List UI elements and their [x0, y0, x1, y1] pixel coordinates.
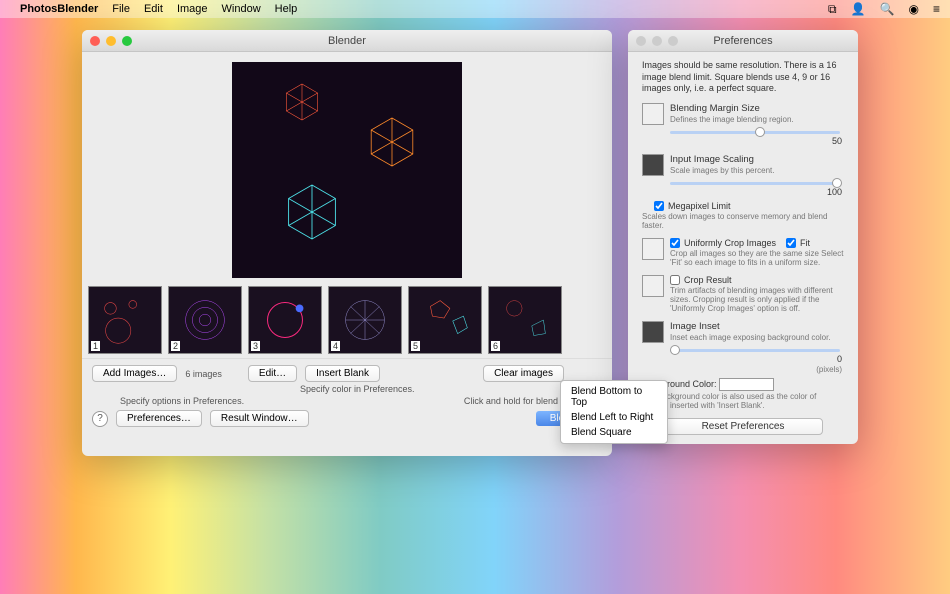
cropresult-checkbox[interactable] [670, 275, 680, 285]
window-title: Blender [82, 35, 612, 47]
user-icon[interactable]: 👤 [851, 2, 866, 16]
thumb-5[interactable]: 5 [408, 286, 482, 354]
margin-desc: Defines the image blending region. [670, 115, 844, 124]
specify-opts-note: Specify options in Preferences. [120, 396, 244, 406]
menu-help[interactable]: Help [275, 3, 298, 15]
help-button[interactable]: ? [92, 411, 108, 427]
margin-icon [642, 103, 664, 125]
menu-file[interactable]: File [112, 3, 130, 15]
switch-icon[interactable]: ⧉ [828, 2, 837, 17]
blend-left-right[interactable]: Blend Left to Right [561, 410, 667, 425]
bgcolor-desc: The background color is also used as the… [642, 392, 844, 410]
megapixel-desc: Scales down images to conserve memory an… [642, 212, 844, 230]
titlebar: Blender [82, 30, 612, 52]
inset-unit: (pixels) [816, 365, 842, 374]
scale-slider[interactable] [670, 182, 840, 185]
crop-icon [642, 238, 664, 260]
thumbnail-strip: 1 2 3 4 5 6 [82, 278, 612, 359]
thumb-4[interactable]: 4 [328, 286, 402, 354]
intro-text: Images should be same resolution. There … [642, 60, 844, 95]
scale-label: Input Image Scaling [670, 154, 844, 165]
thumb-2[interactable]: 2 [168, 286, 242, 354]
add-images-button[interactable]: Add Images… [92, 365, 177, 382]
app-menu[interactable]: PhotosBlender [20, 3, 98, 15]
crop-desc: Crop all images so they are the same siz… [670, 249, 844, 267]
edit-button[interactable]: Edit… [248, 365, 297, 382]
inset-label: Image Inset [670, 321, 844, 332]
result-window-button[interactable]: Result Window… [210, 410, 309, 427]
menu-edit[interactable]: Edit [144, 3, 163, 15]
siri-icon[interactable]: ◉ [909, 2, 919, 16]
inset-slider[interactable] [670, 349, 840, 352]
image-count: 6 images [185, 369, 222, 379]
cropresult-label: Crop Result [684, 275, 732, 285]
crop-checkbox[interactable] [670, 238, 680, 248]
menu-image[interactable]: Image [177, 3, 208, 15]
preview-image [232, 62, 462, 278]
margin-value: 50 [642, 136, 842, 146]
scale-icon [642, 154, 664, 176]
cropresult-desc: Trim artifacts of blending images with d… [670, 286, 844, 313]
search-icon[interactable]: 🔍 [880, 2, 895, 16]
thumb-3[interactable]: 3 [248, 286, 322, 354]
scale-value: 100 [642, 187, 842, 197]
fit-label: Fit [800, 238, 810, 248]
preferences-button[interactable]: Preferences… [116, 410, 202, 427]
cropresult-icon [642, 275, 664, 297]
clear-images-button[interactable]: Clear images [483, 365, 564, 382]
insert-blank-button[interactable]: Insert Blank [305, 365, 380, 382]
inset-icon [642, 321, 664, 343]
megapixel-checkbox[interactable] [654, 201, 664, 211]
blender-window: Blender 1 2 3 4 5 6 Add Images… 6 images… [82, 30, 612, 456]
blend-menu: Blend Bottom to Top Blend Left to Right … [560, 380, 668, 444]
blend-square[interactable]: Blend Square [561, 425, 667, 440]
titlebar: Preferences [628, 30, 858, 52]
thumb-1[interactable]: 1 [88, 286, 162, 354]
thumb-6[interactable]: 6 [488, 286, 562, 354]
megapixel-label: Megapixel Limit [668, 201, 731, 211]
margin-slider[interactable] [670, 131, 840, 134]
crop-label: Uniformly Crop Images [684, 238, 776, 248]
list-icon[interactable]: ≡ [933, 2, 940, 16]
specify-color-note: Specify color in Preferences. [300, 384, 415, 394]
menu-window[interactable]: Window [222, 3, 261, 15]
margin-label: Blending Margin Size [670, 103, 844, 114]
menubar: PhotosBlender File Edit Image Window Hel… [0, 0, 950, 18]
reset-button[interactable]: Reset Preferences [663, 418, 823, 435]
inset-value: 0 [837, 354, 842, 364]
inset-desc: Inset each image exposing background col… [670, 333, 844, 342]
window-title: Preferences [628, 35, 858, 47]
scale-desc: Scale images by this percent. [670, 166, 844, 175]
fit-checkbox[interactable] [786, 238, 796, 248]
blend-bottom-top[interactable]: Blend Bottom to Top [561, 384, 667, 410]
bgcolor-swatch[interactable] [719, 378, 774, 391]
